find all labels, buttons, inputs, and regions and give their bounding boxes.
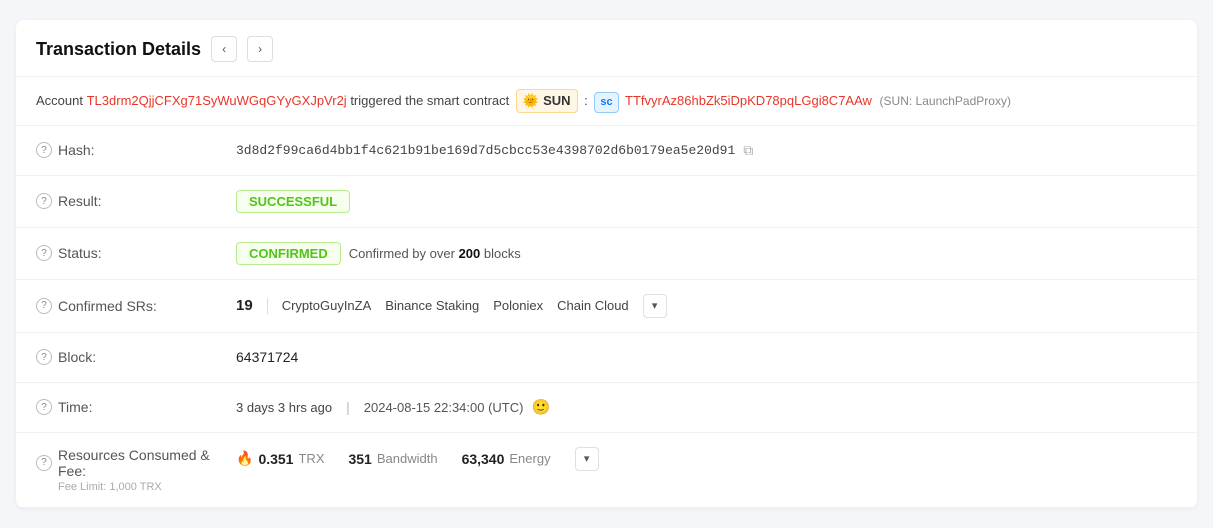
sc-badge: sc	[594, 92, 618, 113]
status-value: CONFIRMED Confirmed by over 200 blocks	[236, 242, 1177, 265]
resources-label-col: ? Resources Consumed & Fee: Fee Limit: 1…	[36, 447, 236, 493]
resources-label: ? Resources Consumed & Fee:	[36, 447, 236, 479]
result-row: ? Result: SUCCESSFUL	[16, 176, 1197, 228]
status-row: ? Status: CONFIRMED Confirmed by over 20…	[16, 228, 1197, 280]
bandwidth-unit: Bandwidth	[377, 451, 438, 466]
prev-button[interactable]: ‹	[211, 36, 237, 62]
status-description: Confirmed by over 200 blocks	[349, 246, 521, 261]
account-row: Account TL3drm2QjjCFXg71SyWuWGqGYyGXJpVr…	[16, 77, 1197, 126]
trx-fee-item: 🔥 0.351 TRX	[236, 450, 324, 467]
hash-label: ? Hash:	[36, 142, 236, 158]
sr-separator	[267, 298, 268, 314]
block-label: ? Block:	[36, 349, 236, 365]
sr-item-2: Binance Staking	[385, 298, 479, 313]
fire-icon: 🔥	[236, 450, 253, 467]
result-value: SUCCESSFUL	[236, 190, 1177, 213]
chevron-down-icon-resources: ▾	[584, 452, 590, 465]
block-number: 64371724	[236, 349, 298, 365]
time-row: ? Time: 3 days 3 hrs ago | 2024-08-15 22…	[16, 383, 1197, 433]
result-badge: SUCCESSFUL	[236, 190, 350, 213]
sun-badge: 🌞 SUN	[516, 89, 578, 113]
sr-dropdown-button[interactable]: ▾	[643, 294, 667, 318]
energy-amount: 63,340	[462, 451, 505, 467]
sr-list: 19 CryptoGuyInZA Binance Staking Polonie…	[236, 294, 667, 318]
sr-item-1: CryptoGuyInZA	[282, 298, 372, 313]
time-label: ? Time:	[36, 399, 236, 415]
hash-help-icon[interactable]: ?	[36, 142, 52, 158]
hash-value: 3d8d2f99ca6d4bb1f4c621b91be169d7d5cbcc53…	[236, 142, 1177, 159]
block-value: 64371724	[236, 349, 1177, 365]
bandwidth-amount: 351	[348, 451, 371, 467]
fee-sublabel: Fee Limit: 1,000 TRX	[36, 481, 236, 493]
status-help-icon[interactable]: ?	[36, 245, 52, 261]
copy-hash-icon[interactable]: ⧉	[743, 142, 753, 159]
next-button[interactable]: ›	[247, 36, 273, 62]
proxy-text: (SUN: LaunchPadProxy)	[880, 94, 1011, 108]
account-prefix: Account	[36, 93, 83, 108]
chevron-down-icon: ▾	[652, 299, 658, 312]
status-label: ? Status:	[36, 245, 236, 261]
resources-row: ? Resources Consumed & Fee: Fee Limit: 1…	[16, 433, 1197, 508]
block-row: ? Block: 64371724	[16, 333, 1197, 383]
time-separator: |	[346, 399, 350, 415]
relative-time: 3 days 3 hrs ago	[236, 400, 332, 415]
blocks-count: 200	[459, 246, 481, 261]
resources-dropdown-button[interactable]: ▾	[575, 447, 599, 471]
account-address-link[interactable]: TL3drm2QjjCFXg71SyWuWGqGYyGXJpVr2j	[87, 93, 347, 108]
srs-help-icon[interactable]: ?	[36, 298, 52, 314]
hash-row: ? Hash: 3d8d2f99ca6d4bb1f4c621b91be169d7…	[16, 126, 1197, 176]
time-help-icon[interactable]: ?	[36, 399, 52, 415]
status-confirmed-badge: CONFIRMED	[236, 242, 341, 265]
result-help-icon[interactable]: ?	[36, 193, 52, 209]
energy-fee-item: 63,340 Energy	[462, 451, 551, 467]
confirmed-srs-row: ? Confirmed SRs: 19 CryptoGuyInZA Binanc…	[16, 280, 1197, 333]
hash-text: 3d8d2f99ca6d4bb1f4c621b91be169d7d5cbcc53…	[236, 143, 735, 158]
contract-address-link[interactable]: TTfvyrAz86hbZk5iDpKD78pqLGgi8C7AAw	[625, 93, 872, 108]
trx-unit: TRX	[298, 451, 324, 466]
sun-label: SUN	[543, 91, 570, 111]
middle-text: triggered the smart contract	[350, 93, 509, 108]
energy-unit: Energy	[509, 451, 550, 466]
sun-emoji: 🌞	[523, 91, 539, 111]
result-label: ? Result:	[36, 193, 236, 209]
time-value: 3 days 3 hrs ago | 2024-08-15 22:34:00 (…	[236, 398, 1177, 416]
resources-values: 🔥 0.351 TRX 351 Bandwidth 63,340 Energy …	[236, 447, 1177, 471]
sr-count: 19	[236, 297, 253, 314]
sr-item-4: Chain Cloud	[557, 298, 629, 313]
utc-time: 2024-08-15 22:34:00 (UTC)	[364, 400, 524, 415]
resources-help-icon[interactable]: ?	[36, 455, 52, 471]
confirmed-srs-value: 19 CryptoGuyInZA Binance Staking Polonie…	[236, 294, 1177, 318]
page-title: Transaction Details	[36, 39, 201, 60]
smiley-icon: 🙂	[531, 398, 550, 416]
bandwidth-fee-item: 351 Bandwidth	[348, 451, 437, 467]
confirmed-srs-label: ? Confirmed SRs:	[36, 298, 236, 314]
colon-sep: :	[584, 93, 591, 108]
block-help-icon[interactable]: ?	[36, 349, 52, 365]
sr-item-3: Poloniex	[493, 298, 543, 313]
trx-amount: 0.351	[258, 451, 293, 467]
